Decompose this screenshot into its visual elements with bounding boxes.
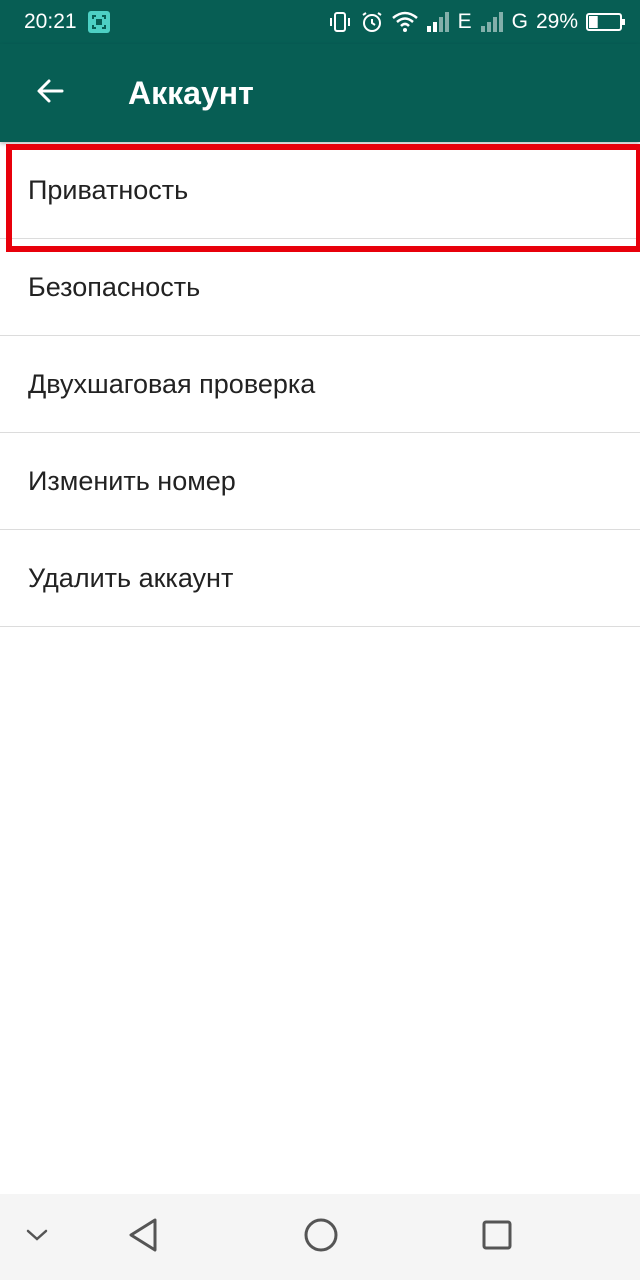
list-item-label: Приватность <box>28 174 189 205</box>
network-type-1: E <box>457 10 472 33</box>
signal-icon-2 <box>480 12 504 32</box>
list-item-label: Безопасность <box>28 271 201 302</box>
nav-recents-button[interactable] <box>470 1212 524 1262</box>
screenshot-icon <box>87 10 111 34</box>
app-bar: Аккаунт <box>0 44 640 142</box>
network-type-2: G <box>511 10 528 33</box>
alarm-icon <box>360 10 384 34</box>
battery-percent: 29% <box>535 10 578 33</box>
chevron-down-icon <box>25 1227 49 1248</box>
arrow-left-icon <box>34 75 66 112</box>
list-item-label: Удалить аккаунт <box>28 562 234 593</box>
page-title: Аккаунт <box>128 74 254 111</box>
settings-item-change-number[interactable]: Изменить номер <box>0 433 640 530</box>
settings-item-two-step[interactable]: Двухшаговая проверка <box>0 336 640 433</box>
recents-square-icon <box>481 1219 513 1256</box>
settings-item-privacy[interactable]: Приватность <box>0 142 640 252</box>
status-time: 20:21 <box>24 10 77 33</box>
chevron-down-button[interactable] <box>16 1216 58 1258</box>
nav-back-button[interactable] <box>116 1212 170 1262</box>
home-circle-icon <box>303 1217 339 1258</box>
settings-item-security[interactable]: Безопасность <box>0 239 640 336</box>
settings-item-delete-account[interactable]: Удалить аккаунт <box>0 530 640 627</box>
back-triangle-icon <box>127 1217 159 1258</box>
system-nav-bar <box>0 1194 640 1280</box>
settings-list: Приватность Безопасность Двухшаговая про… <box>0 142 640 627</box>
list-item-label: Изменить номер <box>28 465 236 496</box>
signal-icon <box>426 12 450 32</box>
wifi-icon <box>391 11 418 33</box>
back-button[interactable] <box>0 44 100 142</box>
battery-icon <box>586 12 626 32</box>
status-bar: 20:21 E G 29% <box>0 0 640 44</box>
nav-home-button[interactable] <box>294 1212 348 1262</box>
list-item-label: Двухшаговая проверка <box>28 368 316 399</box>
vibrate-icon <box>328 10 352 34</box>
